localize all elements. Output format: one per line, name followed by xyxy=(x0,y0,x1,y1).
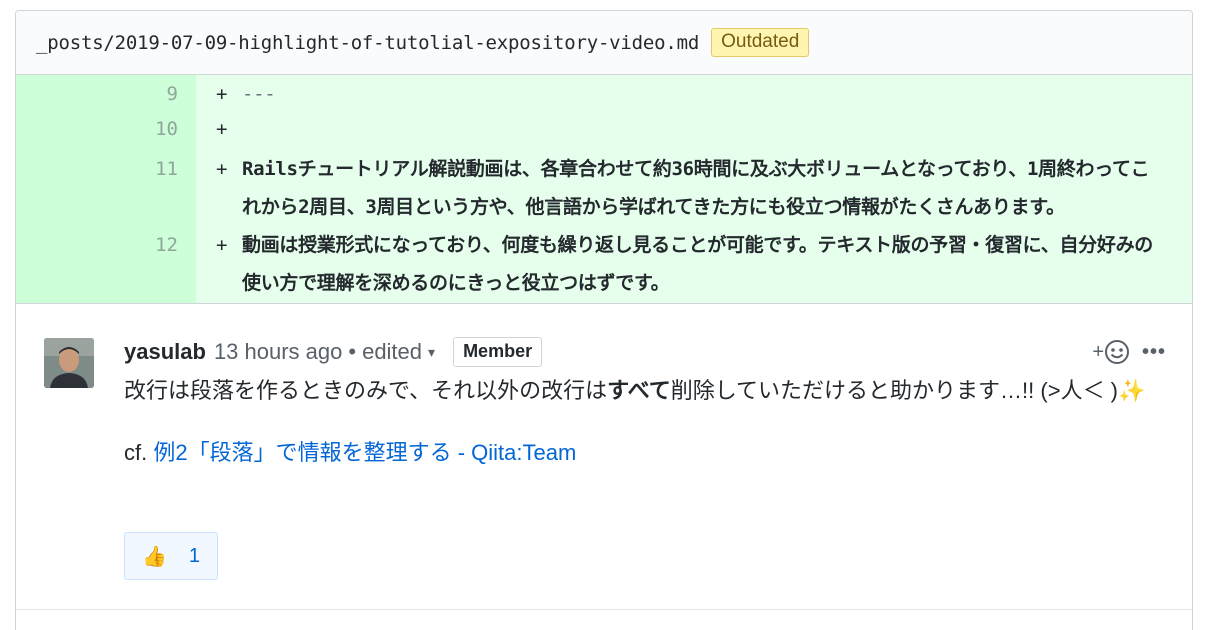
comment-paragraph: 改行は段落を作るときのみで、それ以外の改行はすべて削除していただけると助かります… xyxy=(124,372,1164,410)
outdated-badge: Outdated xyxy=(711,28,810,57)
comment-text: 削除していただけると助かります…!! (>人＜ )✨ xyxy=(670,378,1146,403)
comment-bold-text: すべて xyxy=(607,378,671,403)
file-path-link[interactable]: _posts/2019-07-09-highlight-of-tutolial-… xyxy=(36,32,699,54)
line-number[interactable]: 11 xyxy=(16,150,196,226)
comment-header: yasulab 13 hours ago • edited ▾ Member xyxy=(124,332,543,372)
add-reaction-button[interactable]: + xyxy=(1092,332,1130,372)
reaction-count: 1 xyxy=(188,544,201,567)
addition-marker: + xyxy=(216,234,228,256)
edited-dropdown[interactable]: edited xyxy=(362,339,422,365)
code-text: --- xyxy=(242,83,276,105)
line-number[interactable]: 12 xyxy=(16,226,196,303)
code-text: 動画は授業形式になっており、何度も繰り返し見ることが可能です。テキスト版の予習・… xyxy=(242,234,1153,294)
thumbs-up-icon: 👍 xyxy=(141,545,167,568)
code-text: Railsチュートリアル解説動画は、各章合わせて約36時間に及ぶ大ボリュームとな… xyxy=(242,158,1150,218)
role-badge: Member xyxy=(453,337,543,367)
plus-icon: + xyxy=(1092,340,1104,363)
addition-marker: + xyxy=(216,118,228,140)
avatar[interactable] xyxy=(44,338,94,388)
avatar-image xyxy=(44,338,94,388)
code-line: + 動画は授業形式になっており、何度も繰り返し見ることが可能です。テキスト版の予… xyxy=(196,226,1192,303)
more-options-icon[interactable]: ••• xyxy=(1142,332,1166,372)
addition-marker: + xyxy=(216,158,228,180)
diff-line: 11 + Railsチュートリアル解説動画は、各章合わせて約36時間に及ぶ大ボリ… xyxy=(16,150,1192,226)
line-number[interactable]: 9 xyxy=(16,75,196,112)
divider xyxy=(16,609,1192,610)
author-link[interactable]: yasulab xyxy=(124,339,206,365)
diff-line: 10 + xyxy=(16,112,1192,150)
diff-line: 9 + --- xyxy=(16,75,1192,112)
comment: yasulab 13 hours ago • edited ▾ Member +… xyxy=(16,304,1192,624)
diff-table: 9 + --- 10 + 11 + Railsチュートリアル解説動画は、各章合わ… xyxy=(16,75,1192,304)
timestamp-link[interactable]: 13 hours ago xyxy=(214,339,342,365)
comment-text: 改行は段落を作るときのみで、それ以外の改行は xyxy=(124,378,608,403)
reference-link[interactable]: 例2「段落」で情報を整理する - Qiita:Team xyxy=(153,440,576,465)
code-line: + xyxy=(196,112,1192,150)
code-line: + --- xyxy=(196,75,1192,112)
file-header: _posts/2019-07-09-highlight-of-tutolial-… xyxy=(16,11,1192,75)
separator-dot: • xyxy=(348,339,357,364)
comment-body: 改行は段落を作るときのみで、それ以外の改行はすべて削除していただけると助かります… xyxy=(124,372,1164,472)
cf-prefix: cf. xyxy=(124,440,154,465)
smiley-icon xyxy=(1105,340,1129,364)
thumbs-up-reaction-button[interactable]: 👍 1 xyxy=(124,532,218,580)
chevron-down-icon[interactable]: ▾ xyxy=(428,344,435,361)
line-number[interactable]: 10 xyxy=(16,112,196,150)
code-line: + Railsチュートリアル解説動画は、各章合わせて約36時間に及ぶ大ボリューム… xyxy=(196,150,1192,226)
diff-line: 12 + 動画は授業形式になっており、何度も繰り返し見ることが可能です。テキスト… xyxy=(16,226,1192,303)
reference-paragraph: cf. 例2「段落」で情報を整理する - Qiita:Team xyxy=(124,434,1164,472)
addition-marker: + xyxy=(216,83,228,105)
review-comment-card: _posts/2019-07-09-highlight-of-tutolial-… xyxy=(15,10,1193,630)
